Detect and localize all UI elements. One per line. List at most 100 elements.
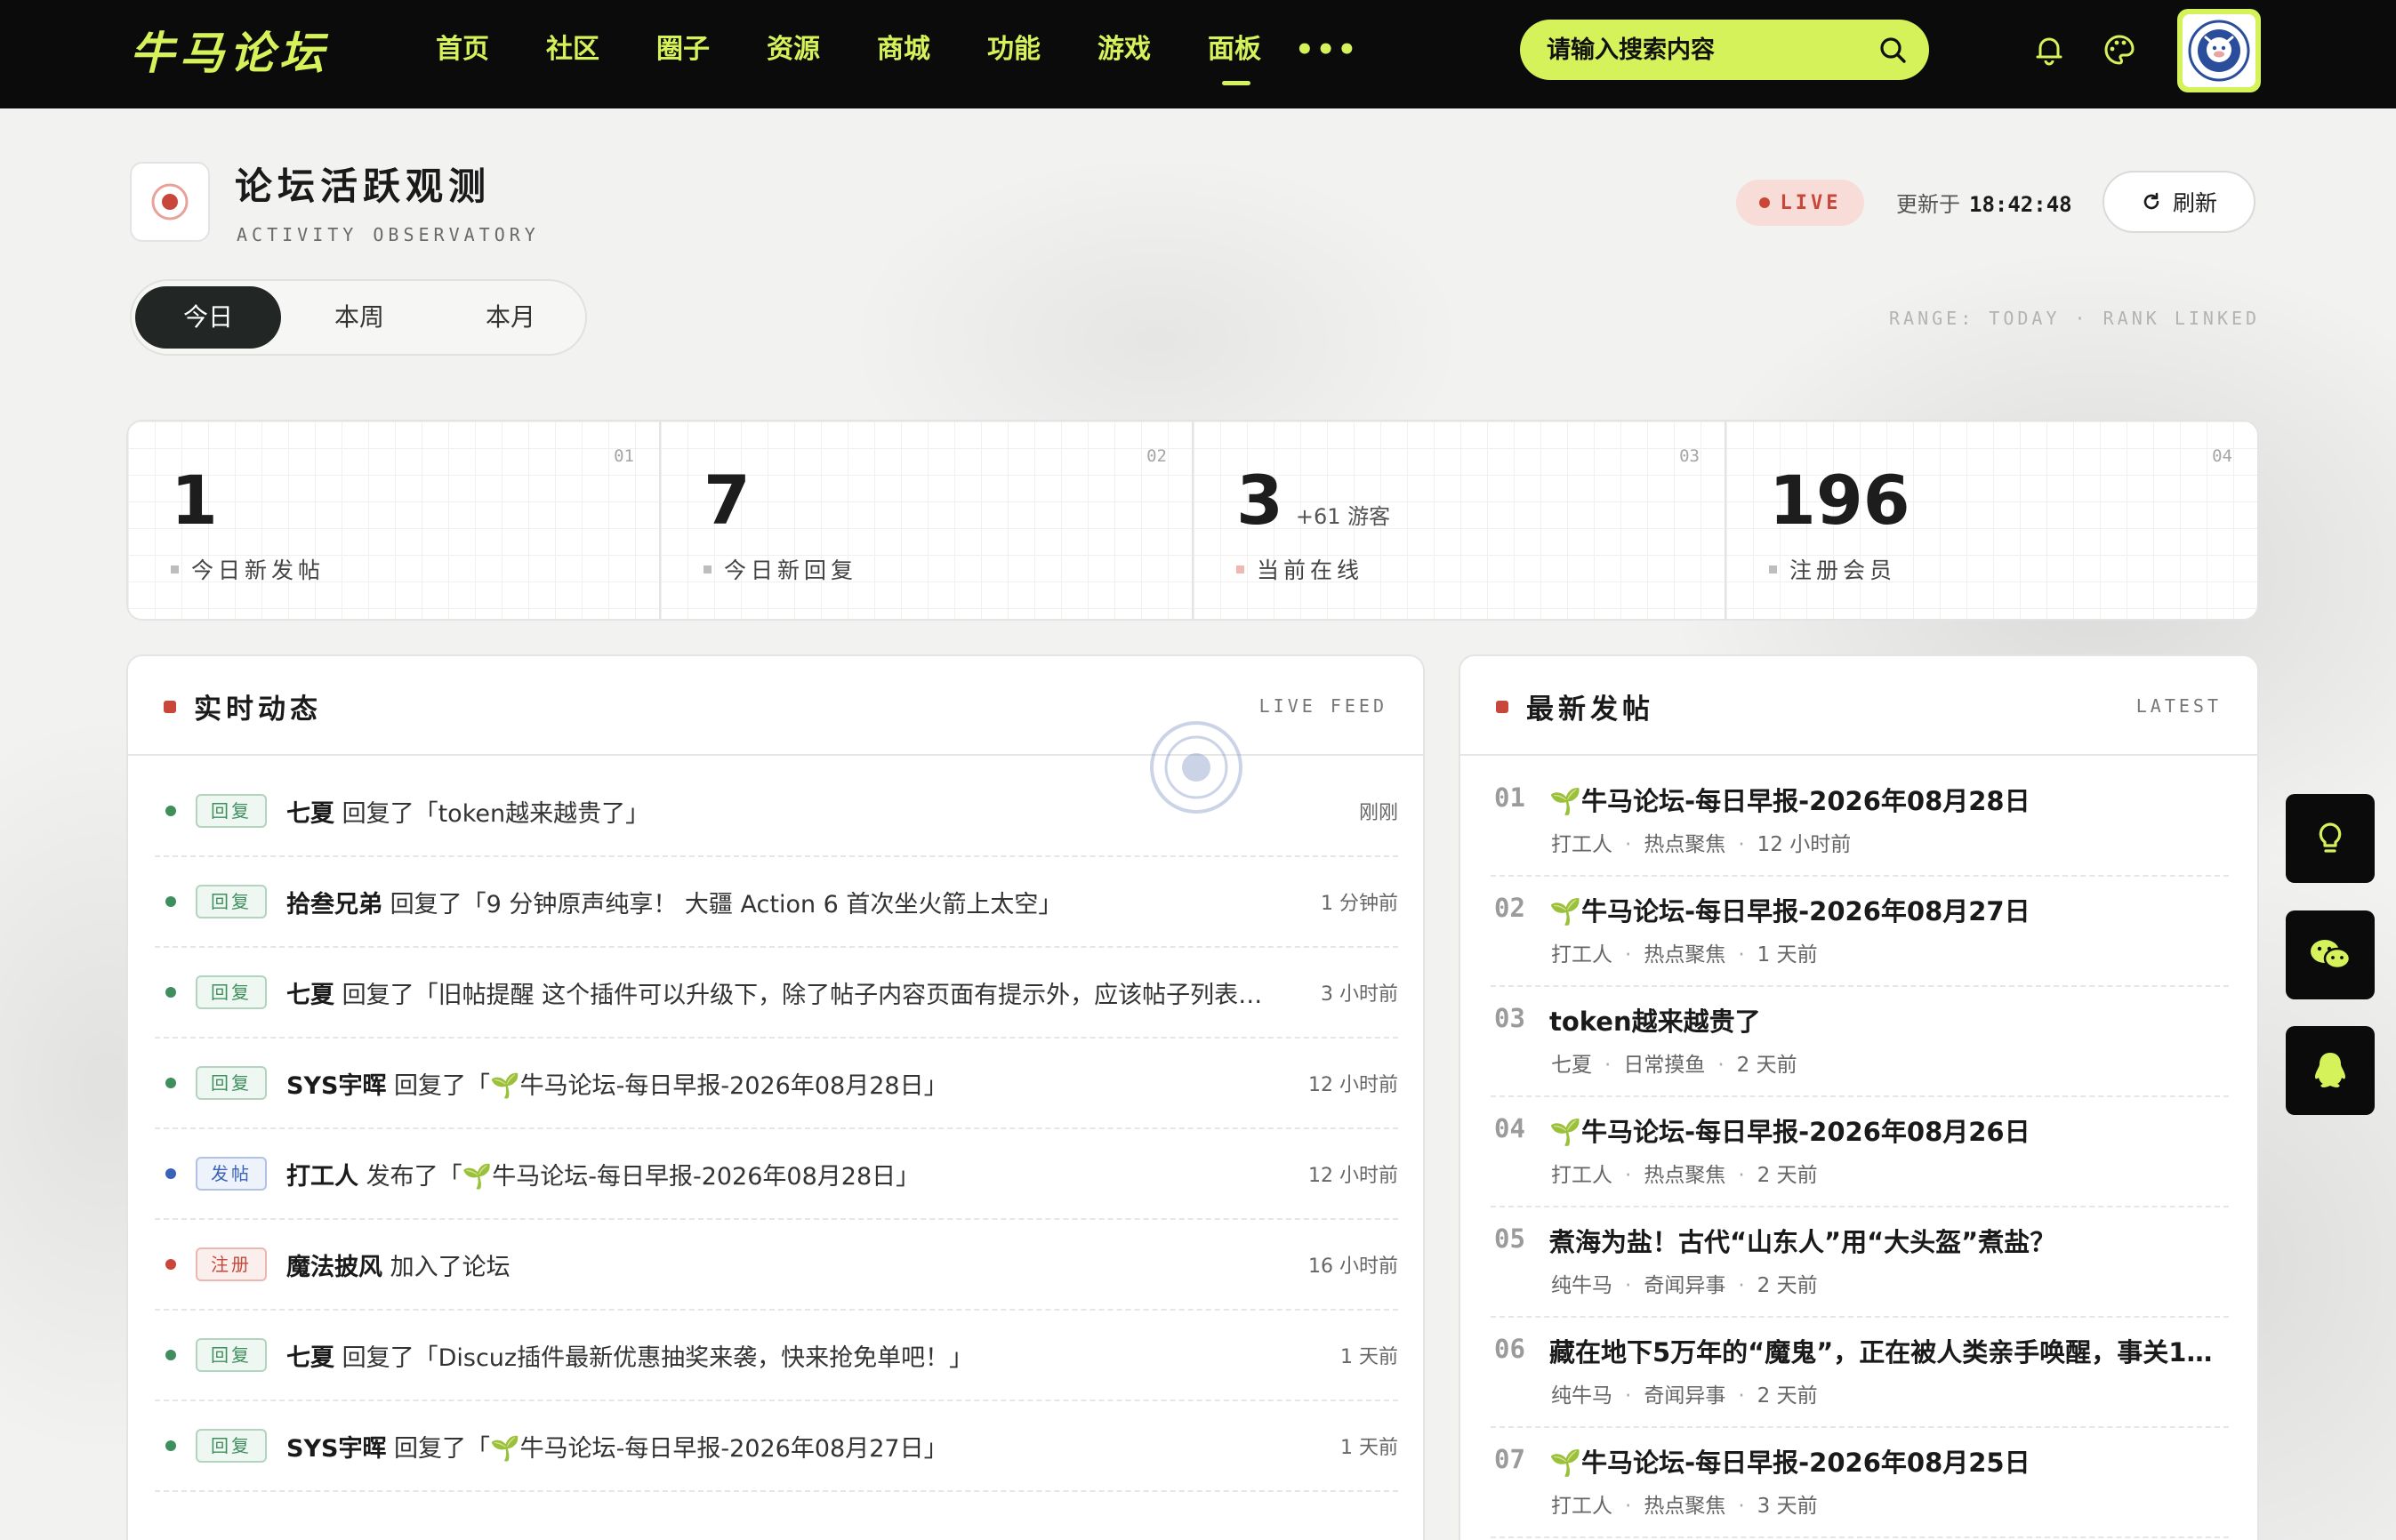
feed-user[interactable]: 七夏: [286, 800, 334, 828]
palette-icon[interactable]: [2102, 32, 2137, 68]
nav-item-home[interactable]: 首页: [407, 0, 518, 108]
nav-item-games[interactable]: 游戏: [1069, 0, 1179, 108]
post-time: 1 天前: [1757, 943, 1818, 967]
post-title[interactable]: 🌱牛马论坛-每日早报-2026年08月25日: [1549, 1442, 2225, 1480]
post-title[interactable]: 🌱牛马论坛-每日早报-2026年08月26日: [1549, 1111, 2225, 1149]
latest-post-item[interactable]: 04 🌱牛马论坛-每日早报-2026年08月26日 打工人 · 热点聚焦 · 2 天前: [1491, 1097, 2229, 1207]
float-tips-button[interactable]: [2286, 794, 2375, 883]
float-qq-button[interactable]: [2286, 1026, 2375, 1115]
post-forum[interactable]: 热点聚焦: [1644, 943, 1725, 967]
float-wechat-button[interactable]: [2286, 910, 2375, 999]
latest-post-item[interactable]: 02 🌱牛马论坛-每日早报-2026年08月27日 打工人 · 热点聚焦 · 1 天前: [1491, 877, 2229, 987]
feed-text: 七夏 回复了「旧帖提醒 这个插件可以升级下，除了帖子内容页面有提示外，应该帖子列…: [286, 975, 1265, 1010]
feed-user[interactable]: SYS宇晖: [286, 1072, 386, 1100]
feed-action[interactable]: 回复了「旧帖提醒 这个插件可以升级下，除了帖子内容页面有提示外，应该帖子列表页有…: [342, 982, 1265, 1009]
post-title[interactable]: 🌱牛马论坛-每日早报-2026年08月28日: [1549, 781, 2225, 818]
post-author[interactable]: 打工人: [1551, 1495, 1612, 1518]
stat-marker-icon: [1769, 565, 1777, 573]
feed-time: 1 天前: [1340, 1346, 1398, 1368]
post-forum[interactable]: 热点聚焦: [1644, 1164, 1725, 1187]
refresh-button[interactable]: 刷新: [2103, 171, 2255, 233]
feed-action[interactable]: 回复了「🌱牛马论坛-每日早报-2026年08月27日」: [394, 1435, 948, 1463]
post-time: 2 天前: [1736, 1054, 1797, 1077]
latest-post-item[interactable]: 06 藏在地下5万年的“魔鬼”，正在被人类亲手唤醒，事关14亿人的饭碗纯牛马·奇闻…: [1491, 1318, 2229, 1428]
tab-week[interactable]: 本周: [286, 286, 432, 349]
post-forum[interactable]: 日常摸鱼: [1623, 1054, 1705, 1077]
post-author[interactable]: 七夏: [1551, 1054, 1592, 1077]
search-icon[interactable]: [1877, 35, 1908, 65]
bell-icon[interactable]: [2031, 32, 2067, 68]
feed-item[interactable]: 回复 拾叁兄弟 回复了「9 分钟原声纯享！ 大疆 Action 6 首次坐火箭上太…: [155, 857, 1398, 948]
refresh-icon: [2143, 192, 2159, 210]
live-label: LIVE: [1780, 191, 1842, 214]
post-author[interactable]: 打工人: [1551, 943, 1612, 967]
status-dot-icon: [165, 896, 176, 907]
post-title[interactable]: token越来越贵了: [1549, 1001, 2225, 1039]
post-forum[interactable]: 奇闻异事: [1644, 1384, 1725, 1408]
post-title[interactable]: 藏在地下5万年的“魔鬼”，正在被人类亲手唤醒，事关14亿人的饭碗: [1549, 1332, 2225, 1369]
post-meta: 纯牛马 · 奇闻异事 · 2 天前: [1551, 1384, 1818, 1408]
post-author[interactable]: 打工人: [1551, 833, 1612, 856]
tab-today[interactable]: 今日: [135, 286, 281, 349]
stat-value: 7: [704, 461, 751, 540]
feed-user[interactable]: SYS宇晖: [286, 1435, 386, 1463]
tab-month[interactable]: 本月: [438, 286, 583, 349]
nav-item-circles[interactable]: 圈子: [628, 0, 738, 108]
live-status-badge: LIVE: [1736, 180, 1864, 226]
feed-type-badge: 回复: [196, 1066, 267, 1100]
status-dot-icon: [165, 1259, 176, 1270]
stat-index: 02: [1146, 446, 1167, 466]
feed-user[interactable]: 拾叁兄弟: [286, 891, 382, 918]
feed-user[interactable]: 打工人: [286, 1163, 358, 1191]
status-dot-icon: [165, 1350, 176, 1360]
feed-user[interactable]: 七夏: [286, 982, 334, 1009]
latest-post-item[interactable]: 07 🌱牛马论坛-每日早报-2026年08月25日 打工人 · 热点聚焦 · 3 天前: [1491, 1428, 2229, 1538]
post-title[interactable]: 煮海为盐！古代“山东人”用“大头盔”煮盐？: [1549, 1222, 2225, 1259]
feed-text: SYS宇晖 回复了「🌱牛马论坛-每日早报-2026年08月28日」: [286, 1066, 1265, 1101]
feed-type-badge: 回复: [196, 975, 267, 1009]
latest-post-item[interactable]: 05 煮海为盐！古代“山东人”用“大头盔”煮盐？ 纯牛马 · 奇闻异事 · 2 天前: [1491, 1207, 2229, 1318]
nav-item-mall[interactable]: 商城: [848, 0, 959, 108]
latest-posts-panel: 最新发帖 LATEST 01 🌱牛马论坛-每日早报-2026年08月28日 打工人 ·…: [1459, 654, 2259, 1540]
feed-user[interactable]: 魔法披风: [286, 1254, 382, 1281]
feed-item[interactable]: 发帖 打工人 发布了「🌱牛马论坛-每日早报-2026年08月28日」 12 小时前: [155, 1129, 1398, 1220]
search-input[interactable]: [1547, 20, 1867, 80]
post-author[interactable]: 纯牛马: [1551, 1384, 1612, 1408]
feed-item[interactable]: 回复 SYS宇晖 回复了「🌱牛马论坛-每日早报-2026年08月28日」 12 小时…: [155, 1039, 1398, 1129]
feed-action[interactable]: 发布了「🌱牛马论坛-每日早报-2026年08月28日」: [366, 1163, 921, 1191]
feed-action[interactable]: 回复了「token越来越贵了」: [342, 800, 650, 828]
feed-item[interactable]: 回复 七夏 回复了「旧帖提醒 这个插件可以升级下，除了帖子内容页面有提示外，应该帖…: [155, 948, 1398, 1039]
nav-item-dashboard[interactable]: 面板: [1179, 0, 1290, 108]
main-nav: 首页 社区 圈子 资源 商城 功能 游戏 面板: [407, 0, 1290, 108]
post-author[interactable]: 纯牛马: [1551, 1274, 1612, 1297]
stat-card-new-replies: 7 今日新回复 02: [661, 421, 1194, 619]
feed-action[interactable]: 回复了「9 分钟原声纯享！ 大疆 Action 6 首次坐火箭上太空」: [390, 891, 1063, 918]
stat-card-members: 196 注册会员 04: [1726, 421, 2257, 619]
nav-more-button[interactable]: •••: [1295, 0, 1356, 108]
feed-action[interactable]: 回复了「🌱牛马论坛-每日早报-2026年08月28日」: [394, 1072, 948, 1100]
feed-action[interactable]: 回复了「Discuz插件最新优惠抽奖来袭，快来抢免单吧！」: [342, 1344, 974, 1372]
updated-timestamp: 更新于 18:42:48: [1896, 187, 2072, 218]
feed-user[interactable]: 七夏: [286, 1344, 334, 1372]
latest-post-item[interactable]: 03 token越来越贵了 七夏 · 日常摸鱼 · 2 天前: [1491, 987, 2229, 1097]
post-author[interactable]: 打工人: [1551, 1164, 1612, 1187]
post-forum[interactable]: 奇闻异事: [1644, 1274, 1725, 1297]
feed-time: 16 小时前: [1308, 1255, 1398, 1278]
stat-label-row: 今日新发帖: [171, 553, 325, 585]
feed-item[interactable]: 回复 七夏 回复了「Discuz插件最新优惠抽奖来袭，快来抢免单吧！」 1 天前: [155, 1311, 1398, 1401]
feed-type-badge: 回复: [196, 1429, 267, 1463]
post-forum[interactable]: 热点聚焦: [1644, 833, 1725, 856]
nav-item-features[interactable]: 功能: [959, 0, 1069, 108]
feed-item[interactable]: 注册 魔法披风 加入了论坛 16 小时前: [155, 1220, 1398, 1311]
post-title[interactable]: 🌱牛马论坛-每日早报-2026年08月27日: [1549, 891, 2225, 928]
latest-post-item[interactable]: 01 🌱牛马论坛-每日早报-2026年08月28日 打工人 · 热点聚焦 · 12 小时前: [1491, 766, 2229, 877]
feed-action[interactable]: 加入了论坛: [390, 1254, 511, 1281]
post-forum[interactable]: 热点聚焦: [1644, 1495, 1725, 1518]
site-logo[interactable]: 牛马论坛: [130, 20, 329, 87]
post-rank: 02: [1494, 893, 1525, 923]
nav-item-community[interactable]: 社区: [518, 0, 628, 108]
nav-item-resources[interactable]: 资源: [738, 0, 848, 108]
feed-type-badge: 注册: [196, 1247, 267, 1281]
user-avatar[interactable]: [2177, 9, 2261, 92]
feed-item[interactable]: 回复 SYS宇晖 回复了「🌱牛马论坛-每日早报-2026年08月27日」 1 天前: [155, 1401, 1398, 1492]
